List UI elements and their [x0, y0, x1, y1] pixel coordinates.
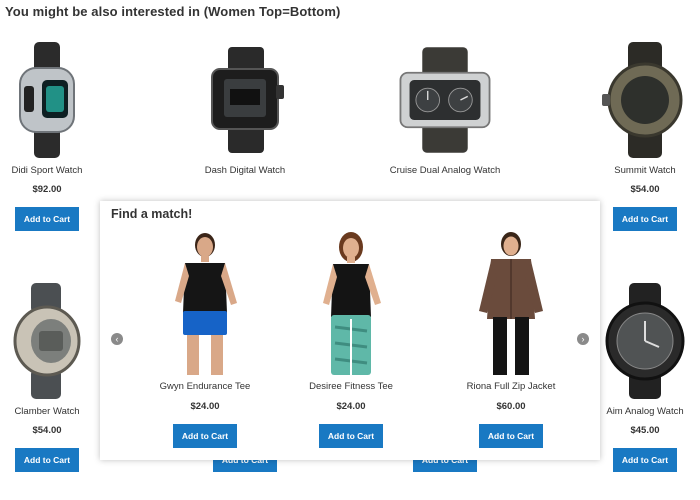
- product-name[interactable]: Dash Digital Watch: [180, 165, 310, 176]
- product-price: $60.00: [496, 401, 526, 412]
- model-photo[interactable]: [160, 227, 250, 377]
- dual-analog-watch-image[interactable]: [395, 35, 495, 165]
- product-didi-sport-watch[interactable]: Didi Sport Watch $92.00 Add to Cart: [0, 35, 112, 231]
- model-photo[interactable]: [306, 227, 396, 377]
- product-name[interactable]: Clamber Watch: [0, 406, 112, 417]
- product-dash-digital-watch[interactable]: Dash Digital Watch: [180, 35, 310, 176]
- product-name[interactable]: Riona Full Zip Jacket: [436, 381, 586, 392]
- product-price: $24.00: [336, 401, 366, 412]
- find-a-match-popup: Find a match! ‹ › Gwyn Endurance Tee $24…: [100, 201, 600, 460]
- product-name[interactable]: Desiree Fitness Tee: [276, 381, 426, 392]
- analog-watch-image[interactable]: [595, 276, 695, 406]
- digital-watch-image[interactable]: [195, 35, 295, 165]
- product-cruise-dual-analog-watch[interactable]: Cruise Dual Analog Watch: [380, 35, 510, 176]
- product-clamber-watch[interactable]: Clamber Watch $54.00 Add to Cart: [0, 276, 112, 472]
- match-item-desiree-fitness-tee[interactable]: Desiree Fitness Tee $24.00 Add to Cart: [276, 227, 426, 448]
- product-name[interactable]: Cruise Dual Analog Watch: [380, 165, 510, 176]
- product-name[interactable]: Summit Watch: [580, 165, 700, 176]
- popup-title: Find a match!: [111, 207, 193, 221]
- add-to-cart-button[interactable]: Add to Cart: [172, 424, 238, 448]
- sport-watch-image[interactable]: [0, 35, 97, 165]
- add-to-cart-button[interactable]: Add to Cart: [318, 424, 384, 448]
- model-photo[interactable]: [466, 227, 556, 377]
- product-price: $54.00: [32, 425, 62, 436]
- match-item-gwyn-endurance-tee[interactable]: Gwyn Endurance Tee $24.00 Add to Cart: [130, 227, 280, 448]
- section-title: You might be also interested in (Women T…: [5, 4, 341, 19]
- add-to-cart-button[interactable]: Add to Cart: [478, 424, 544, 448]
- add-to-cart-button[interactable]: Add to Cart: [14, 207, 80, 231]
- product-name[interactable]: Didi Sport Watch: [0, 165, 112, 176]
- add-to-cart-button[interactable]: Add to Cart: [14, 448, 80, 472]
- clamber-watch-image[interactable]: [0, 276, 97, 406]
- product-price: $54.00: [630, 184, 660, 195]
- add-to-cart-button[interactable]: Add to Cart: [612, 448, 678, 472]
- product-price: $24.00: [190, 401, 220, 412]
- product-price: $92.00: [32, 184, 62, 195]
- chevron-left-icon[interactable]: ‹: [111, 333, 123, 345]
- product-name[interactable]: Gwyn Endurance Tee: [130, 381, 280, 392]
- match-item-riona-full-zip-jacket[interactable]: Riona Full Zip Jacket $60.00 Add to Cart: [436, 227, 586, 448]
- summit-watch-image[interactable]: [595, 35, 695, 165]
- add-to-cart-button[interactable]: Add to Cart: [612, 207, 678, 231]
